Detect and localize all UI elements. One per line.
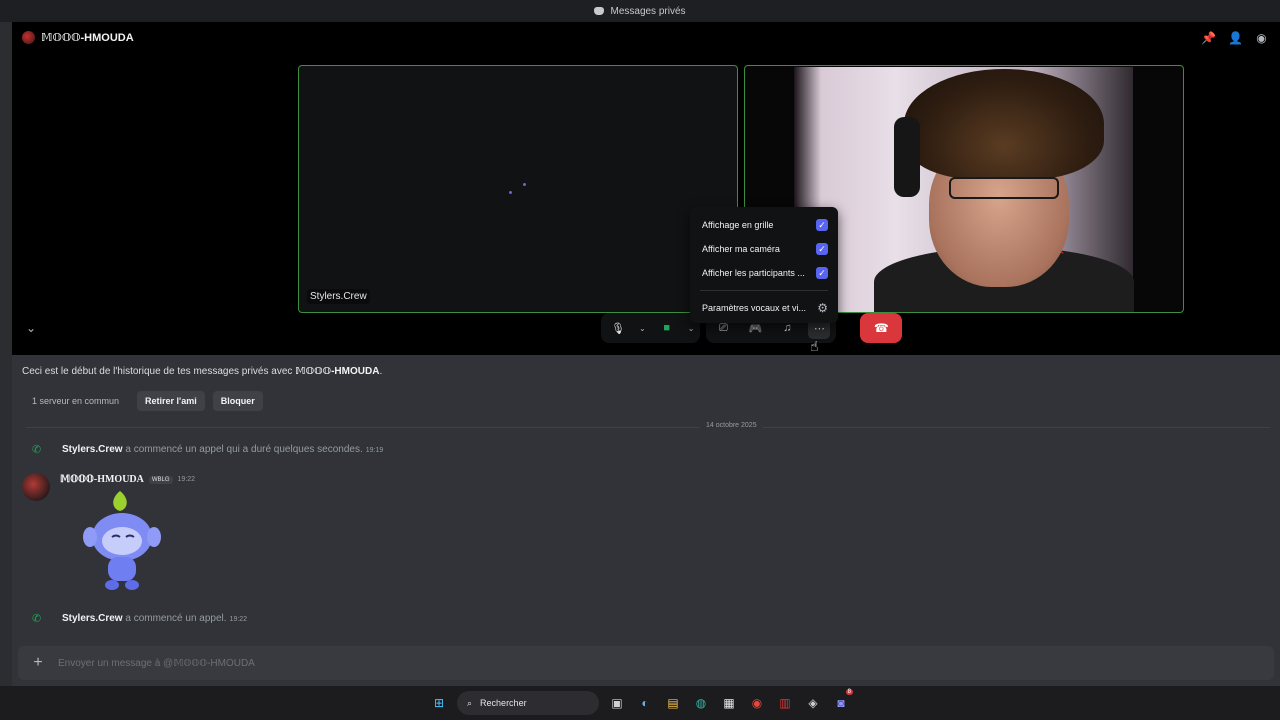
- call-area: 𝕄𝕆𝕆𝕆-HMOUDA 📌 👤 ◉ Stylers.Crew DA ⌄ 🎙 ⌄ …: [12, 22, 1280, 355]
- hangup-button[interactable]: ☎: [860, 313, 903, 343]
- date-divider: [26, 427, 1270, 428]
- menu-divider: [700, 290, 828, 291]
- gear-icon: ⚙: [817, 301, 828, 315]
- checkbox-checked[interactable]: ✓: [816, 267, 828, 279]
- message-timestamp: 19:22: [177, 476, 196, 483]
- intro-user: 𝕄𝕆𝕆𝕆-HMOUDA: [295, 366, 380, 377]
- call-header: 𝕄𝕆𝕆𝕆-HMOUDA: [22, 31, 134, 44]
- call-system-message: ✆ Stylers.Crew a commencé un appel qui a…: [32, 443, 383, 456]
- chevron-down-icon[interactable]: ⌄: [639, 324, 646, 333]
- clan-tag[interactable]: WBLG: [148, 475, 173, 484]
- profile-icon[interactable]: ◉: [1255, 32, 1268, 45]
- message-input[interactable]: Envoyer un message à @𝕄𝕆𝕆𝕆-HMOUDA: [58, 658, 255, 669]
- menu-item-label: Afficher les participants ...: [702, 268, 805, 278]
- checkbox-checked[interactable]: ✓: [816, 243, 828, 255]
- call-user-name: 𝕄𝕆𝕆𝕆-HMOUDA: [41, 32, 134, 44]
- date-divider-label: 14 octobre 2025: [700, 422, 763, 429]
- video-tile-stylers[interactable]: Stylers.Crew: [298, 65, 738, 313]
- tile-name: Stylers.Crew: [307, 289, 370, 304]
- add-friend-icon[interactable]: 👤: [1228, 32, 1243, 45]
- intro-suffix: .: [379, 366, 383, 377]
- message-author[interactable]: Stylers.Crew: [62, 613, 123, 624]
- notification-badge: 8: [845, 689, 853, 695]
- camera-feed: [794, 67, 1134, 312]
- remove-friend-button[interactable]: Retirer l'ami: [137, 391, 205, 411]
- mouse-cursor-icon: ☝: [810, 338, 819, 354]
- app-icon[interactable]: ◈: [803, 693, 823, 713]
- more-options-menu: Affichage en grille ✓ Afficher ma caméra…: [690, 207, 838, 323]
- menu-item-voice-settings[interactable]: Paramètres vocaux et vi... ⚙: [690, 296, 838, 320]
- message-header: 𝕄𝕆𝕆𝕆-HMOUDA WBLG 19:22: [60, 474, 195, 485]
- menu-item-label: Afficher ma caméra: [702, 244, 780, 254]
- pin-icon[interactable]: 📌: [1201, 32, 1216, 45]
- store-icon[interactable]: ▦: [719, 693, 739, 713]
- call-system-message: ✆ Stylers.Crew a commencé un appel. 19:22: [32, 612, 247, 625]
- discord-taskbar-icon[interactable]: ◙ 8: [831, 689, 853, 713]
- windows-start-icon[interactable]: ⊞: [429, 693, 449, 713]
- window-titlebar: Messages privés: [0, 0, 1280, 22]
- window-title: Messages privés: [610, 5, 686, 17]
- intro-text: Ceci est le début de l'historique de tes…: [22, 366, 296, 377]
- message-timestamp: 19:22: [229, 616, 248, 623]
- menu-item-label: Affichage en grille: [702, 220, 774, 230]
- intro-actions: 1 serveur en commun Retirer l'ami Bloque…: [22, 391, 263, 411]
- person-hair: [904, 69, 1104, 179]
- phone-icon: ✆: [32, 444, 42, 456]
- task-view-icon[interactable]: ▣: [607, 693, 627, 713]
- message-author[interactable]: 𝕄𝕆𝕆𝕆-HMOUDA: [60, 474, 144, 485]
- edge-icon[interactable]: ◍: [691, 693, 711, 713]
- common-servers[interactable]: 1 serveur en commun: [22, 392, 129, 410]
- loading-dot: [523, 183, 526, 186]
- taskbar-search[interactable]: ⌕ Rechercher: [457, 691, 599, 715]
- search-label: Rechercher: [480, 698, 527, 708]
- sidebar-edge: [0, 22, 12, 686]
- avatar[interactable]: [22, 31, 35, 44]
- chevron-down-icon[interactable]: ⌄: [26, 321, 36, 335]
- add-attachment-icon[interactable]: +: [18, 654, 58, 672]
- chat-area: Ceci est le début de l'historique de tes…: [12, 355, 1280, 686]
- wumpus-sticker[interactable]: [80, 489, 164, 593]
- headset: [894, 117, 920, 197]
- menu-item-grid-view[interactable]: Affichage en grille ✓: [690, 213, 838, 237]
- avatar[interactable]: [22, 473, 50, 501]
- block-button[interactable]: Bloquer: [212, 391, 263, 411]
- camera-icon[interactable]: ■: [656, 317, 678, 339]
- message-text: a commencé un appel qui a duré quelques …: [122, 444, 363, 455]
- dm-intro: Ceci est le début de l'historique de tes…: [22, 366, 382, 377]
- checkbox-checked[interactable]: ✓: [816, 219, 828, 231]
- glasses: [949, 177, 1059, 199]
- microphone-icon[interactable]: 🎙: [607, 317, 629, 339]
- discord-icon: [594, 7, 605, 15]
- message-author[interactable]: Stylers.Crew: [62, 444, 123, 455]
- audio-controls: 🎙 ⌄ ■ ⌄: [601, 313, 701, 343]
- file-explorer-icon[interactable]: ▤: [663, 693, 683, 713]
- header-actions: 📌 👤 ◉: [1201, 32, 1268, 45]
- search-icon: ⌕: [467, 697, 473, 708]
- chrome-icon[interactable]: ◉: [747, 693, 767, 713]
- menu-item-show-camera[interactable]: Afficher ma caméra ✓: [690, 237, 838, 261]
- chevron-down-icon[interactable]: ⌄: [688, 324, 695, 333]
- steam-icon[interactable]: ◐: [635, 693, 655, 713]
- message-text: a commencé un appel.: [122, 613, 227, 624]
- message-input-bar[interactable]: + Envoyer un message à @𝕄𝕆𝕆𝕆-HMOUDA: [18, 646, 1274, 680]
- loading-dot: [509, 191, 512, 194]
- message-timestamp: 19:19: [365, 447, 384, 454]
- menu-item-label: Paramètres vocaux et vi...: [702, 303, 807, 313]
- app-icon[interactable]: ▥: [775, 693, 795, 713]
- hangup-icon: ☎: [873, 321, 889, 335]
- menu-item-show-participants[interactable]: Afficher les participants ... ✓: [690, 261, 838, 285]
- phone-icon: ✆: [32, 613, 42, 625]
- taskbar: ⊞ ⌕ Rechercher ▣ ◐ ▤ ◍ ▦ ◉ ▥ ◈ ◙ 8: [0, 686, 1280, 720]
